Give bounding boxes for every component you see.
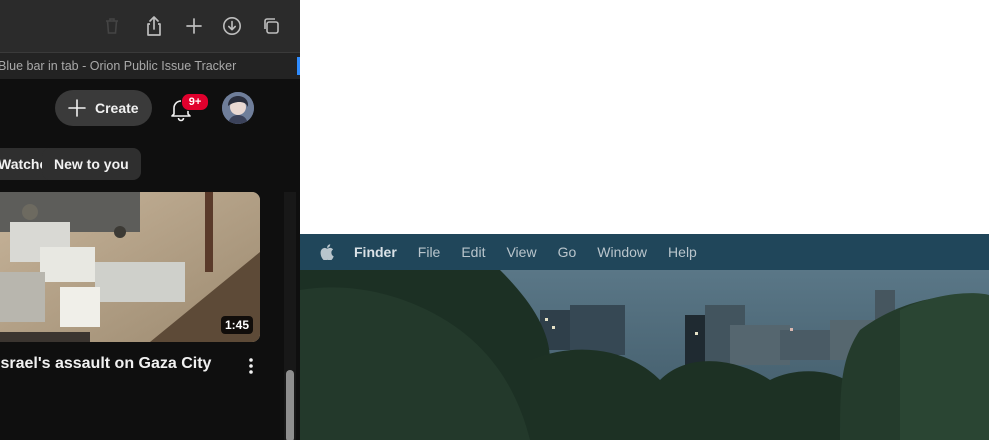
plus-icon: [68, 99, 86, 117]
tab-strip: Blue bar in tab - Orion Public Issue Tra…: [0, 53, 300, 79]
more-options-icon[interactable]: [243, 356, 259, 376]
chip-new-to-you[interactable]: New to you: [42, 148, 141, 180]
trash-icon[interactable]: [99, 13, 125, 39]
new-tab-plus-icon[interactable]: [181, 13, 207, 39]
video-title[interactable]: Israel's assault on Gaza City: [0, 355, 211, 373]
menu-file[interactable]: File: [418, 244, 441, 260]
video-duration: 1:45: [220, 316, 253, 334]
menu-finder[interactable]: Finder: [354, 244, 397, 260]
menu-view[interactable]: View: [506, 244, 536, 260]
scrollbar-thumb[interactable]: [286, 370, 294, 440]
create-label: Create: [95, 100, 139, 116]
avatar[interactable]: [222, 92, 254, 124]
apple-icon[interactable]: [320, 244, 334, 260]
menu-help[interactable]: Help: [668, 244, 697, 260]
menu-bar: Finder File Edit View Go Window Help: [300, 234, 989, 270]
wallpaper-image: [300, 270, 989, 440]
create-button[interactable]: Create: [55, 90, 152, 126]
menu-go[interactable]: Go: [558, 244, 577, 260]
browser-toolbar: [0, 0, 300, 53]
share-icon[interactable]: [141, 13, 167, 39]
video-thumbnail[interactable]: 1:45: [0, 192, 260, 342]
browser-window: Blue bar in tab - Orion Public Issue Tra…: [0, 0, 300, 440]
tab-blue-indicator: [297, 57, 300, 75]
notification-badge: 9+: [181, 93, 209, 111]
menu-window[interactable]: Window: [597, 244, 647, 260]
menu-edit[interactable]: Edit: [461, 244, 485, 260]
tab-title[interactable]: Blue bar in tab - Orion Public Issue Tra…: [0, 59, 236, 73]
download-icon[interactable]: [219, 13, 245, 39]
tabs-overview-icon[interactable]: [258, 13, 284, 39]
desktop: Finder File Edit View Go Window Help: [300, 234, 989, 440]
